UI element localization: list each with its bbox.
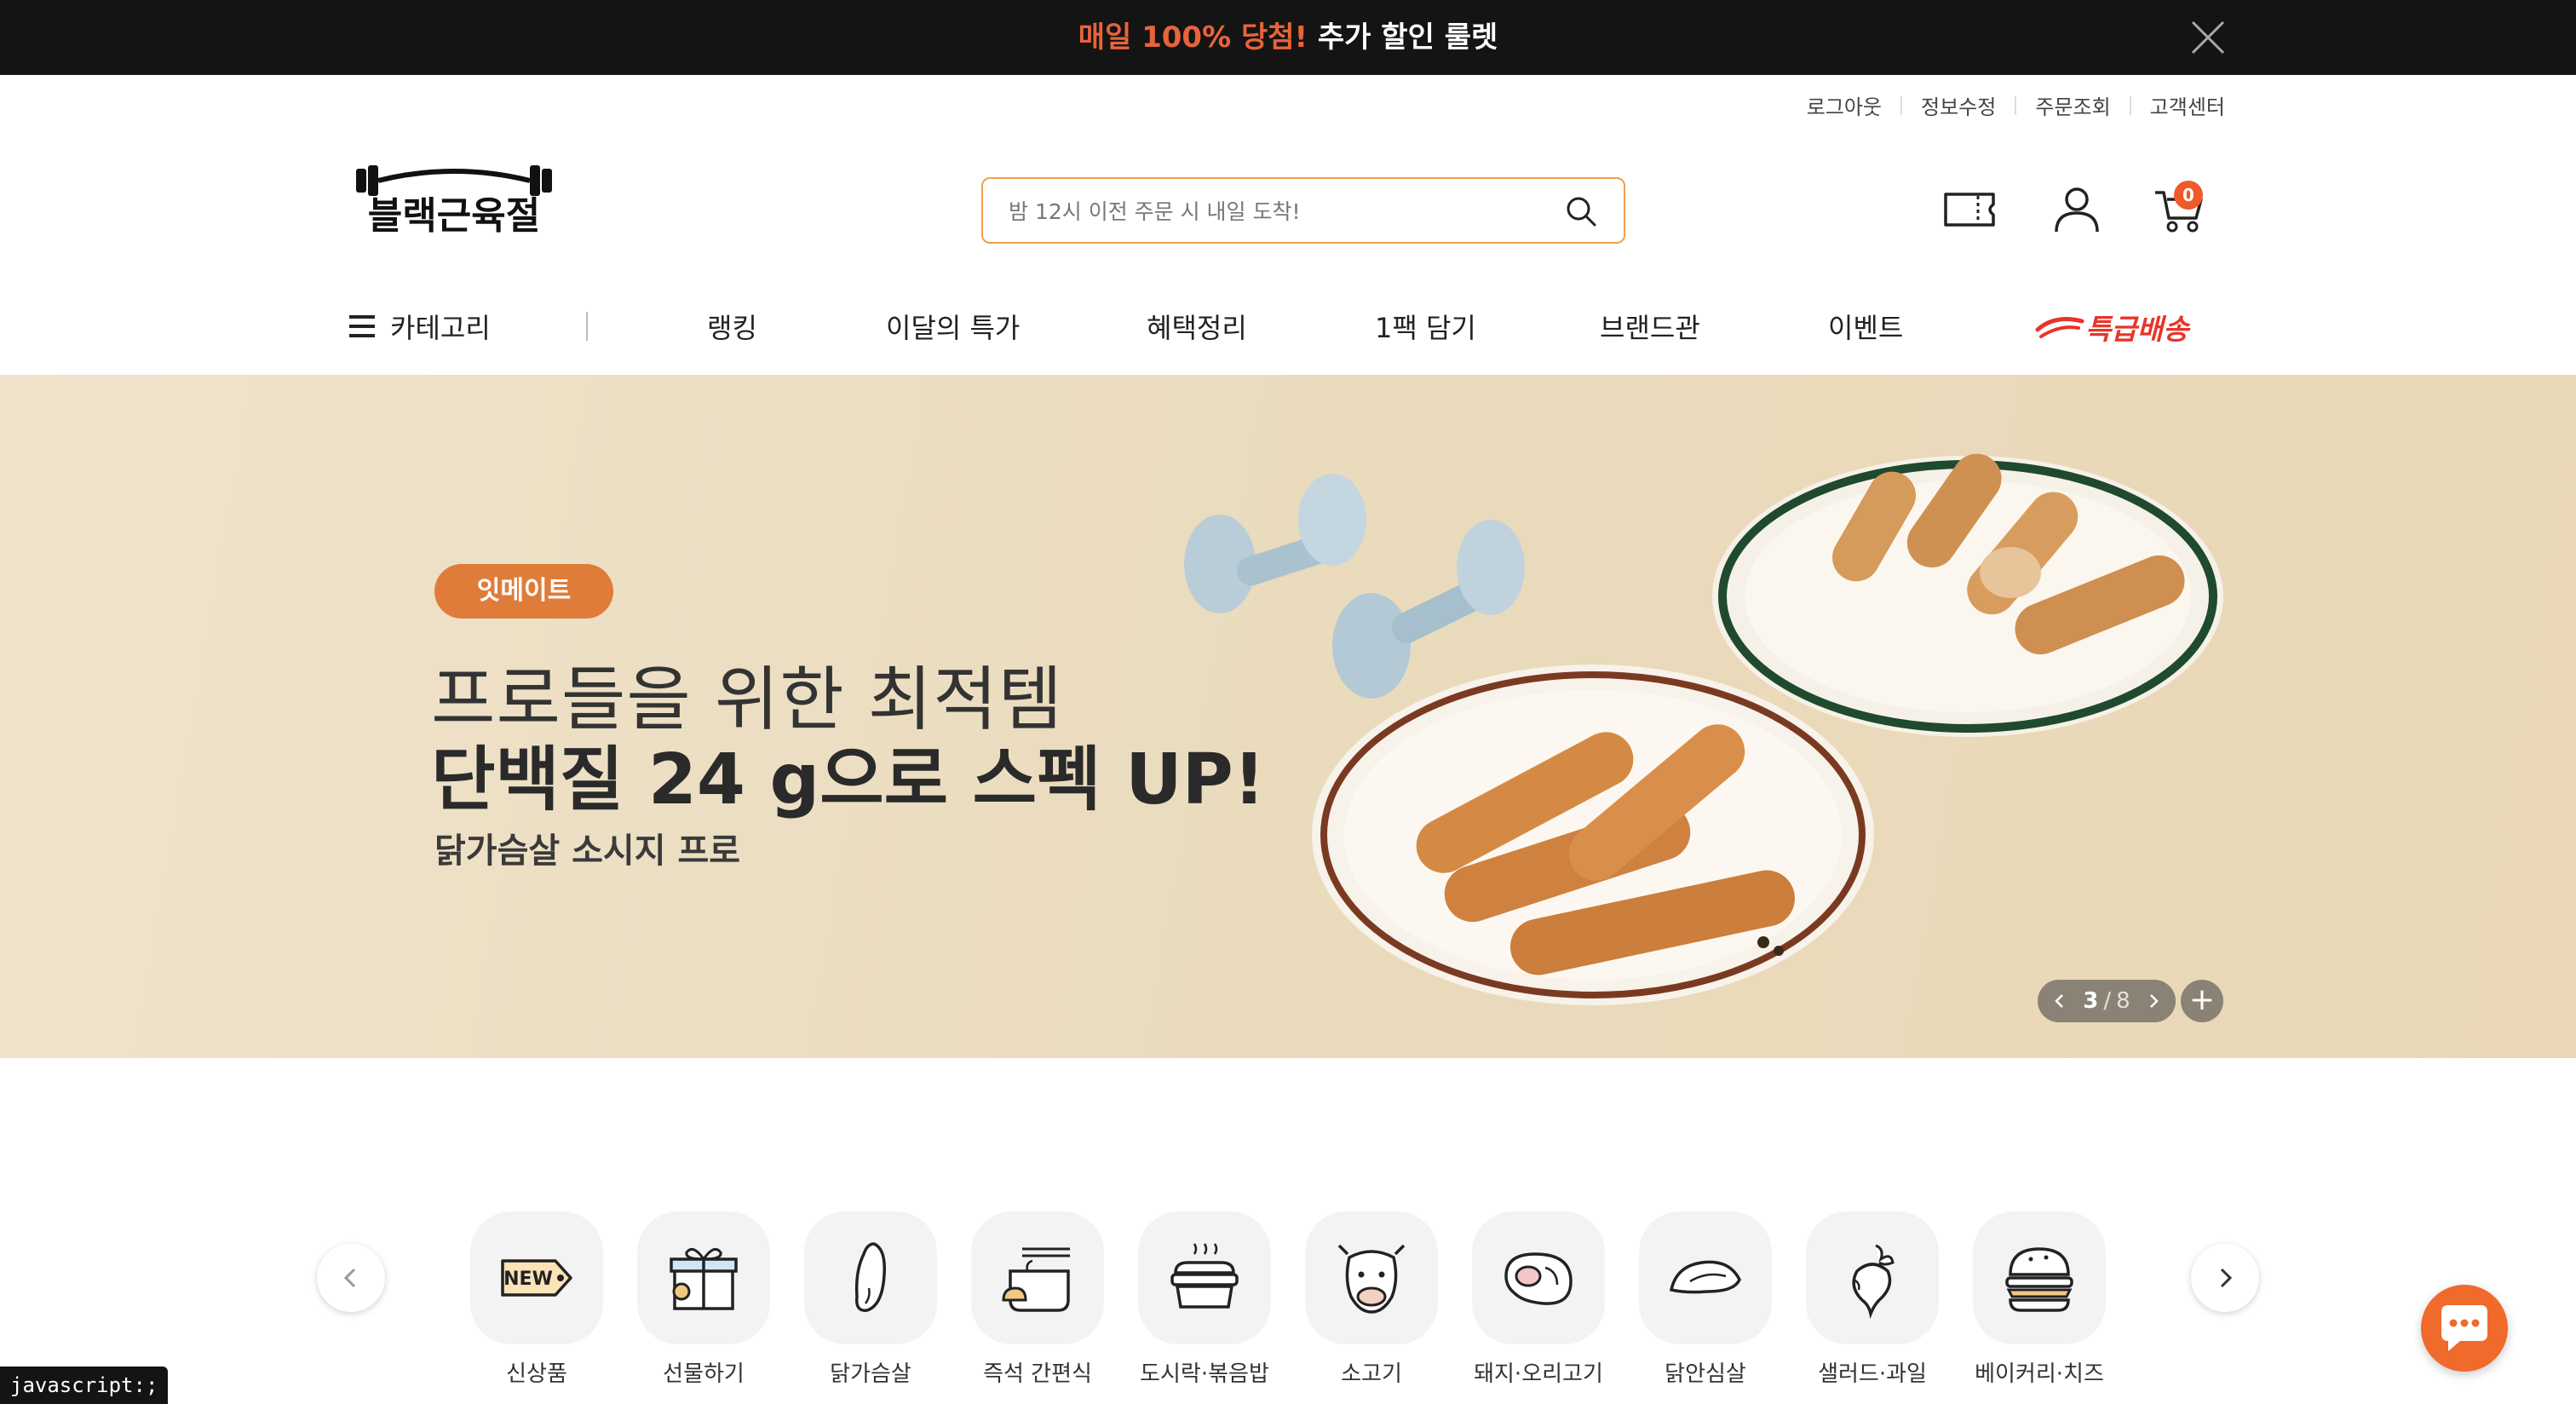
search-icon[interactable] [1564,194,1598,228]
burger-icon [2005,1247,2073,1312]
chevron-left-icon[interactable] [2051,993,2068,1010]
divider [2129,95,2131,115]
category-item-instant-meal[interactable]: 즉석 간편식 [971,1211,1104,1388]
chat-button[interactable] [2421,1285,2508,1372]
divider [1900,95,1903,115]
nav-item-express-delivery[interactable]: 특급배송 [2034,303,2188,351]
cart-count-badge: 0 [2174,181,2203,210]
promo-text-prefix: 매일 100% 당첨! [1078,20,1308,55]
user-icon[interactable] [2048,181,2106,239]
category-bubble [1305,1211,1438,1344]
search-bar [981,177,1625,244]
nav-divider [586,312,588,341]
category-item-salad-fruit[interactable]: 샐러드·과일 [1806,1211,1939,1388]
logo[interactable]: 블랙근육절 [349,160,559,239]
category-menu-button[interactable]: 카테고리 [349,307,491,346]
edit-profile-link[interactable]: 정보수정 [1921,90,1996,120]
pager-total: 8 [2116,988,2130,1014]
banner-pager: 3 / 8 [2038,980,2176,1022]
category-item-new[interactable]: NEW 신상품 [470,1211,603,1388]
category-bubble [1138,1211,1271,1344]
nav-item-ranking[interactable]: 랭킹 [707,307,757,346]
nav-item-one-pack[interactable]: 1팩 담기 [1375,307,1476,346]
coupon-icon[interactable] [1941,181,1998,239]
instant-meal-icon [1002,1247,1070,1312]
category-list: NEW 신상품 선물하기 닭가슴살 즉석 간편식 도시락·볶음밥 소고기 돼지·… [470,1211,2106,1399]
express-label: 특급배송 [2085,313,2189,346]
banner-headline-2: 단백질 24 g으로 스펙 UP! [431,739,1266,820]
browser-status-bar: javascript:; [0,1367,169,1404]
category-label: 카테고리 [390,312,491,344]
category-item-tenderloin[interactable]: 닭안심살 [1639,1211,1772,1388]
pager-separator: / [2103,988,2112,1014]
logout-link[interactable]: 로그아웃 [1807,90,1882,120]
category-label: 베이커리·치즈 [1975,1361,2104,1387]
category-item-bakery-cheese[interactable]: 베이커리·치즈 [1973,1211,2106,1388]
radish-icon [1852,1244,1895,1319]
close-icon[interactable] [2188,17,2228,58]
nav-item-benefits[interactable]: 혜택정리 [1147,307,1247,346]
promo-text-suffix: 추가 할인 룰렛 [1317,20,1498,55]
tenderloin-icon [1669,1260,1741,1294]
category-item-beef[interactable]: 소고기 [1305,1211,1438,1388]
chicken-breast-icon [854,1242,886,1312]
hamburger-icon [349,315,375,337]
main-nav: 카테고리 랭킹 이달의 특가 혜택정리 1팩 담기 브랜드관 이벤트 특급배송 [0,303,2576,351]
category-bubble [971,1211,1104,1344]
category-item-lunchbox[interactable]: 도시락·볶음밥 [1138,1211,1271,1388]
gift-icon [670,1247,738,1310]
nav-item-events[interactable]: 이벤트 [1828,307,1903,346]
category-bubble [804,1211,937,1344]
banner-expand-button[interactable]: + [2181,980,2223,1022]
new-badge-text: NEW [503,1269,553,1290]
category-bubble [1472,1211,1605,1344]
chevron-left-icon [343,1268,356,1288]
nav-item-brands[interactable]: 브랜드관 [1600,307,1700,346]
meat-steak-icon [1504,1252,1573,1305]
category-next-button[interactable] [2191,1244,2259,1312]
category-bubble [1973,1211,2106,1344]
logo-text: 블랙근육절 [368,194,540,238]
banner-subtitle: 닭가슴살 소시지 프로 [434,831,741,871]
chat-bubble-icon [2441,1305,2487,1351]
promo-bar: 매일 100% 당첨! 추가 할인 룰렛 [0,0,2576,75]
pager-count: 3 / 8 [2083,988,2130,1014]
hero-banner[interactable]: 잇메이트 프로들을 위한 최적템 단백질 24 g으로 스펙 UP! 닭가슴살 … [0,375,2576,1058]
order-lookup-link[interactable]: 주문조회 [2035,90,2110,120]
chevron-right-icon[interactable] [2145,993,2162,1010]
category-bubble: NEW [470,1211,603,1344]
dumbbell-image [1184,474,1525,699]
customer-center-link[interactable]: 고객센터 [2150,90,2225,120]
category-bubble [1639,1211,1772,1344]
new-tag-icon: NEW [501,1259,572,1297]
pager-current: 3 [2083,988,2099,1014]
category-item-gift[interactable]: 선물하기 [637,1211,770,1388]
express-swoosh-icon [2035,317,2084,338]
divider [2015,95,2017,115]
category-prev-button[interactable] [317,1244,385,1312]
category-bubble [637,1211,770,1344]
category-item-pork-duck[interactable]: 돼지·오리고기 [1472,1211,1605,1388]
plate-back-image [1712,453,2223,737]
cow-icon [1337,1244,1406,1314]
category-bubble [1806,1211,1939,1344]
plate-front-image [1312,665,1874,1005]
category-item-chicken-breast[interactable]: 닭가슴살 [804,1211,937,1388]
search-input[interactable] [1007,194,1521,228]
chevron-right-icon [2220,1268,2233,1288]
nav-item-monthly-deal[interactable]: 이달의 특가 [886,307,1020,346]
lunchbox-icon [1170,1243,1239,1309]
banner-product-image [1184,453,2223,1005]
banner-brand-tag: 잇메이트 [434,564,613,619]
utility-links: 로그아웃 정보수정 주문조회 고객센터 [1807,90,2225,120]
